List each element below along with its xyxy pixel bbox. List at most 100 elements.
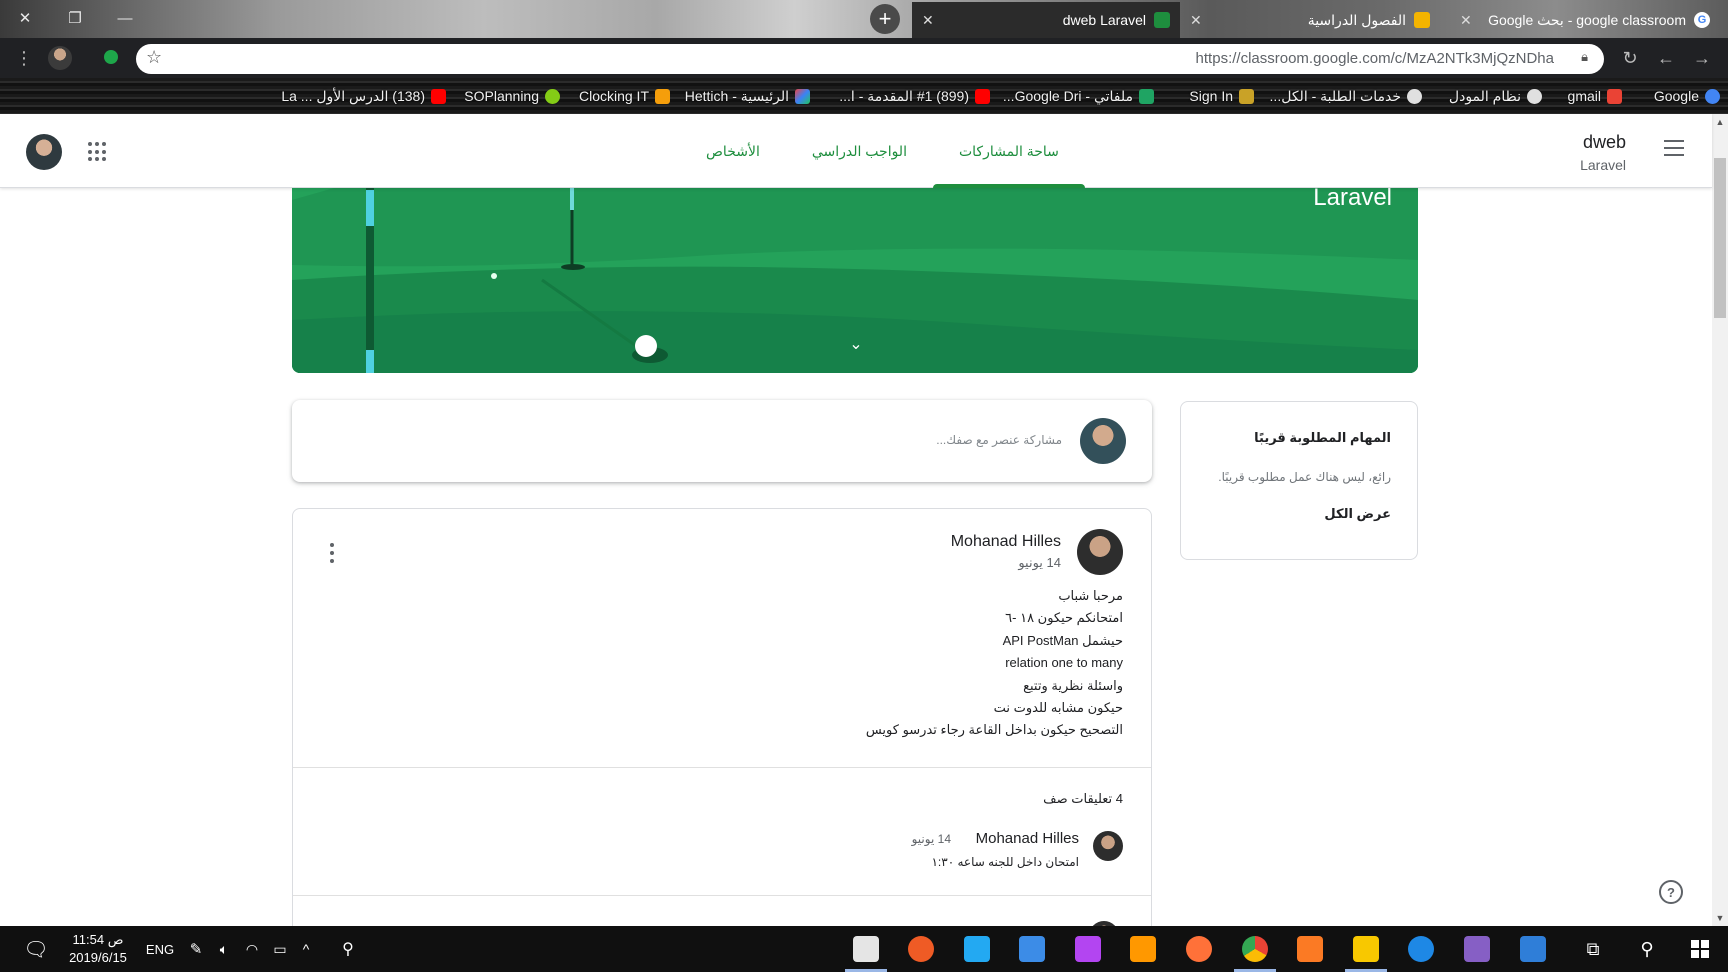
window-close-icon[interactable]: ✕: [0, 0, 50, 36]
browser-tab-title: google classroom - بحث Google: [1488, 11, 1686, 28]
tab-stream[interactable]: ساحة المشاركات: [932, 114, 1085, 188]
help-icon[interactable]: ?: [1659, 880, 1683, 904]
classroom-header: dweb Laravel ساحة المشاركات الواجب الدرا…: [0, 114, 1712, 188]
browser-tab-active[interactable]: dweb Laravel ✕: [912, 2, 1180, 38]
post-body: مرحبا شباب امتحانكم حيكون ١٨ -٦ حيشمل AP…: [866, 585, 1123, 742]
class-title[interactable]: dweb Laravel: [1580, 132, 1626, 173]
taskbar-app[interactable]: [896, 926, 946, 972]
gmail-icon: [1607, 88, 1622, 104]
lock-icon[interactable]: 🔒︎: [1581, 49, 1588, 65]
taskbar-clock[interactable]: 11:54 ص 2019/6/15: [60, 926, 136, 972]
tab-people[interactable]: الأشخاص: [680, 114, 786, 188]
main-menu-icon[interactable]: [1664, 140, 1684, 156]
taskbar-app[interactable]: [1118, 926, 1168, 972]
page-scrollbar[interactable]: ▲ ▼: [1712, 114, 1728, 926]
post-line: حيكون مشابه للدوت نت: [993, 700, 1123, 716]
task-view-icon[interactable]: ⧉: [1568, 926, 1618, 972]
back-icon[interactable]: →: [1690, 46, 1714, 70]
post-line: مرحبا شباب: [1058, 588, 1123, 603]
tab-classwork[interactable]: الواجب الدراسي: [786, 114, 933, 188]
comment-date: 14 يونيو: [911, 832, 951, 846]
chevron-down-icon[interactable]: ⌄: [844, 332, 868, 356]
xampp-icon: [1297, 936, 1323, 962]
google-apps-icon[interactable]: [88, 142, 108, 162]
taskbar-app[interactable]: [1063, 926, 1113, 972]
upcoming-empty-text: رائع، ليس هناك عمل مطلوب قريبًا.: [1218, 470, 1391, 484]
browser-menu-icon[interactable]: ⋮: [12, 46, 36, 70]
bookmark-item[interactable]: نظام المودل: [1449, 86, 1542, 106]
youtube-icon: [431, 88, 446, 104]
bookmark-item[interactable]: SOPlanning: [464, 86, 560, 106]
browser-tab[interactable]: G google classroom - بحث Google ✕: [1450, 2, 1720, 38]
taskbar-app[interactable]: [1007, 926, 1057, 972]
file-explorer-icon: [1353, 936, 1379, 962]
bookmark-label: نظام المودل: [1448, 87, 1521, 104]
bookmark-label: Google: [1653, 88, 1699, 104]
action-center-icon[interactable]: 🗨︎: [14, 926, 58, 972]
taskbar-app[interactable]: [1341, 926, 1391, 972]
bookmark-item[interactable]: Google: [1654, 86, 1720, 106]
globe-icon: [1527, 88, 1542, 104]
globe-icon: [1407, 88, 1422, 104]
account-avatar[interactable]: [26, 134, 62, 170]
bookmark-label: الرئيسية - Hettich: [684, 87, 789, 104]
bookmark-item[interactable]: Clocking IT: [579, 86, 670, 106]
window-maximize-icon[interactable]: ❐: [50, 0, 100, 36]
browser-tab[interactable]: الفصول الدراسية ✕: [1180, 2, 1440, 38]
taskbar-app[interactable]: [1230, 926, 1280, 972]
bookmark-item[interactable]: (138) الدرس الأول ... La: [281, 86, 446, 106]
search-icon[interactable]: ⚲: [1622, 926, 1672, 972]
divider: [293, 895, 1151, 896]
new-tab-button[interactable]: +: [870, 4, 900, 34]
post-author[interactable]: Mohanad Hilles: [951, 533, 1061, 551]
soplanning-icon: [545, 88, 560, 104]
chevron-up-icon[interactable]: ^: [294, 926, 318, 972]
upcoming-work-card: المهام المطلوبة قريبًا رائع، ليس هناك عم…: [1180, 401, 1418, 560]
taskbar-app[interactable]: [1452, 926, 1502, 972]
taskbar-app[interactable]: [1508, 926, 1558, 972]
bookmark-item[interactable]: gmail: [1568, 86, 1622, 106]
share-placeholder[interactable]: مشاركة عنصر مع صفك...: [936, 433, 1062, 447]
share-with-class-box[interactable]: مشاركة عنصر مع صفك...: [292, 400, 1152, 482]
windows-start-icon[interactable]: [1674, 926, 1726, 972]
url-text[interactable]: https://classroom.google.com/c/MzA2NTk3M…: [1196, 50, 1554, 67]
bookmark-star-icon[interactable]: ☆: [146, 47, 162, 68]
google-icon: [1705, 88, 1720, 104]
clock-icon: [655, 88, 670, 104]
class-section: Laravel: [1580, 157, 1626, 173]
scroll-down-icon[interactable]: ▼: [1712, 910, 1728, 926]
battery-icon[interactable]: ▭: [268, 926, 292, 972]
pen-icon[interactable]: ✎: [182, 926, 210, 972]
profile-avatar[interactable]: [48, 46, 72, 70]
volume-icon[interactable]: 🔈︎: [212, 926, 236, 972]
taskbar-app[interactable]: [1396, 926, 1446, 972]
scroll-up-icon[interactable]: ▲: [1712, 114, 1728, 130]
taskbar-app[interactable]: [952, 926, 1002, 972]
taskbar-app[interactable]: [1285, 926, 1335, 972]
bookmark-item[interactable]: الرئيسية - Hettich: [685, 86, 810, 106]
phpstorm-icon: [1075, 936, 1101, 962]
clock-time: 11:54 ص: [72, 932, 124, 947]
bookmark-item[interactable]: (899) #1 المقدمة - ا...: [839, 86, 990, 106]
url-omnibox[interactable]: ☆ https://classroom.google.com/c/MzA2NTk…: [136, 44, 1604, 74]
scroll-thumb[interactable]: [1714, 158, 1726, 318]
tab-close-icon[interactable]: ✕: [1460, 12, 1472, 29]
reload-icon[interactable]: ↻: [1618, 46, 1642, 70]
class-comments-link[interactable]: 4 تعليقات صف: [1043, 791, 1123, 807]
wifi-icon[interactable]: ◠: [240, 926, 264, 972]
people-icon[interactable]: ⚲: [334, 926, 362, 972]
post-line: حيشمل API PostMan: [1002, 632, 1123, 648]
more-options-icon[interactable]: [329, 543, 335, 563]
tab-close-icon[interactable]: ✕: [922, 12, 934, 29]
extension-icon[interactable]: [104, 50, 118, 64]
input-language[interactable]: ENG: [140, 926, 180, 972]
bookmark-item[interactable]: خدمات الطلبة - الكل...: [1270, 86, 1422, 106]
view-all-link[interactable]: عرض الكل: [1324, 506, 1391, 522]
window-minimize-icon[interactable]: —: [100, 0, 150, 36]
bookmark-item[interactable]: ملفاتي - Google Dri...: [1003, 86, 1154, 106]
taskbar-app[interactable]: [841, 926, 891, 972]
forward-icon[interactable]: ←: [1654, 46, 1678, 70]
tab-close-icon[interactable]: ✕: [1190, 12, 1202, 29]
bookmark-item[interactable]: Sign In: [1189, 86, 1254, 106]
taskbar-app[interactable]: [1174, 926, 1224, 972]
